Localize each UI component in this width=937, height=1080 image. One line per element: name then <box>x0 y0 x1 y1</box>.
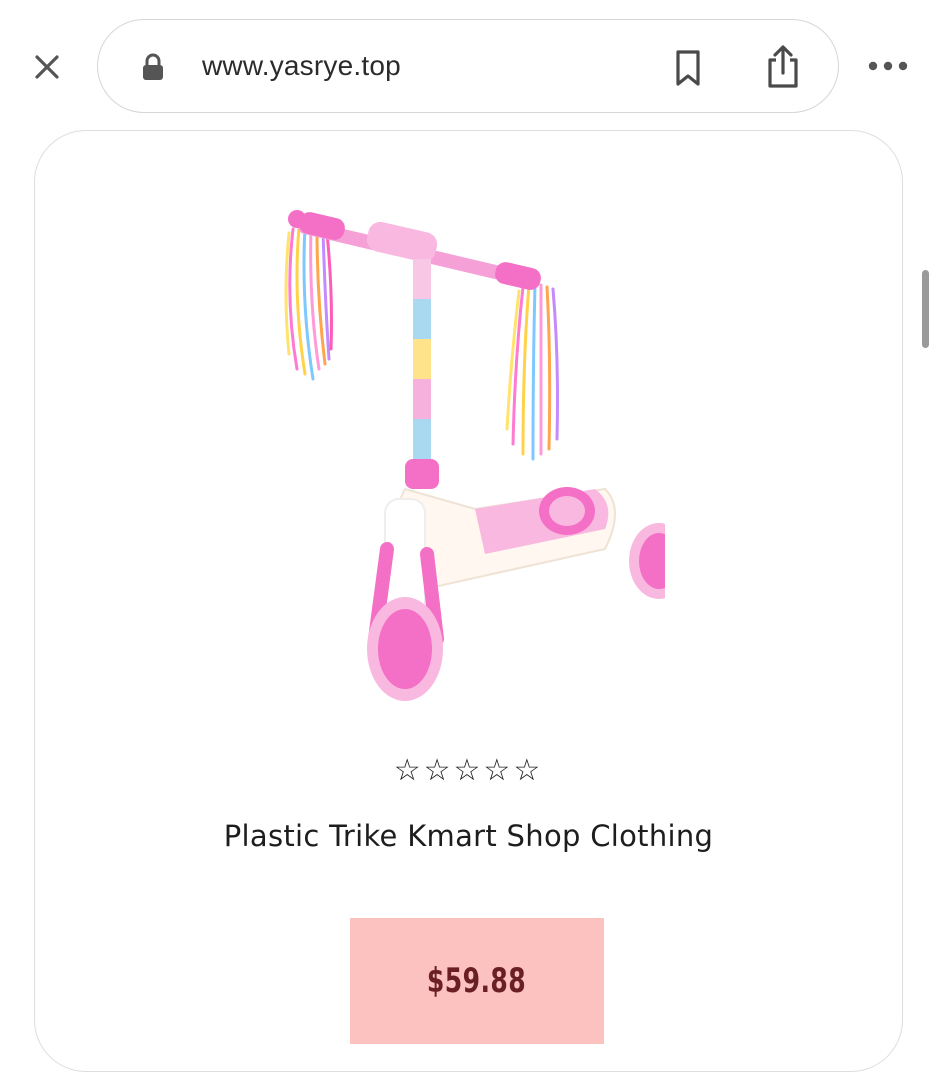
price-text: $59.88 <box>427 961 527 1001</box>
bookmark-icon <box>676 50 700 86</box>
rating-stars: ☆☆☆☆☆ <box>393 753 544 788</box>
lock-icon <box>143 53 163 80</box>
share-icon <box>768 45 798 88</box>
share-button[interactable] <box>762 44 804 90</box>
close-icon <box>35 55 59 79</box>
browser-toolbar: www.yasrye.top <box>0 0 937 132</box>
close-button[interactable] <box>26 46 68 88</box>
more-button[interactable] <box>864 52 912 80</box>
more-icon <box>868 61 908 71</box>
scooter-image[interactable] <box>275 169 665 729</box>
bookmark-button[interactable] <box>670 48 706 88</box>
product-title[interactable]: Plastic Trike Kmart Shop Clothing <box>35 819 902 853</box>
product-card[interactable]: ☆☆☆☆☆ Plastic Trike Kmart Shop Clothing … <box>34 130 903 1072</box>
price-button[interactable]: $59.88 <box>350 918 604 1044</box>
right-tassel <box>505 283 559 461</box>
url-text[interactable]: www.yasrye.top <box>202 50 401 82</box>
address-bar[interactable]: www.yasrye.top <box>97 19 839 113</box>
stem <box>405 259 439 489</box>
scrollbar[interactable] <box>922 270 929 348</box>
left-tassel <box>284 225 333 381</box>
